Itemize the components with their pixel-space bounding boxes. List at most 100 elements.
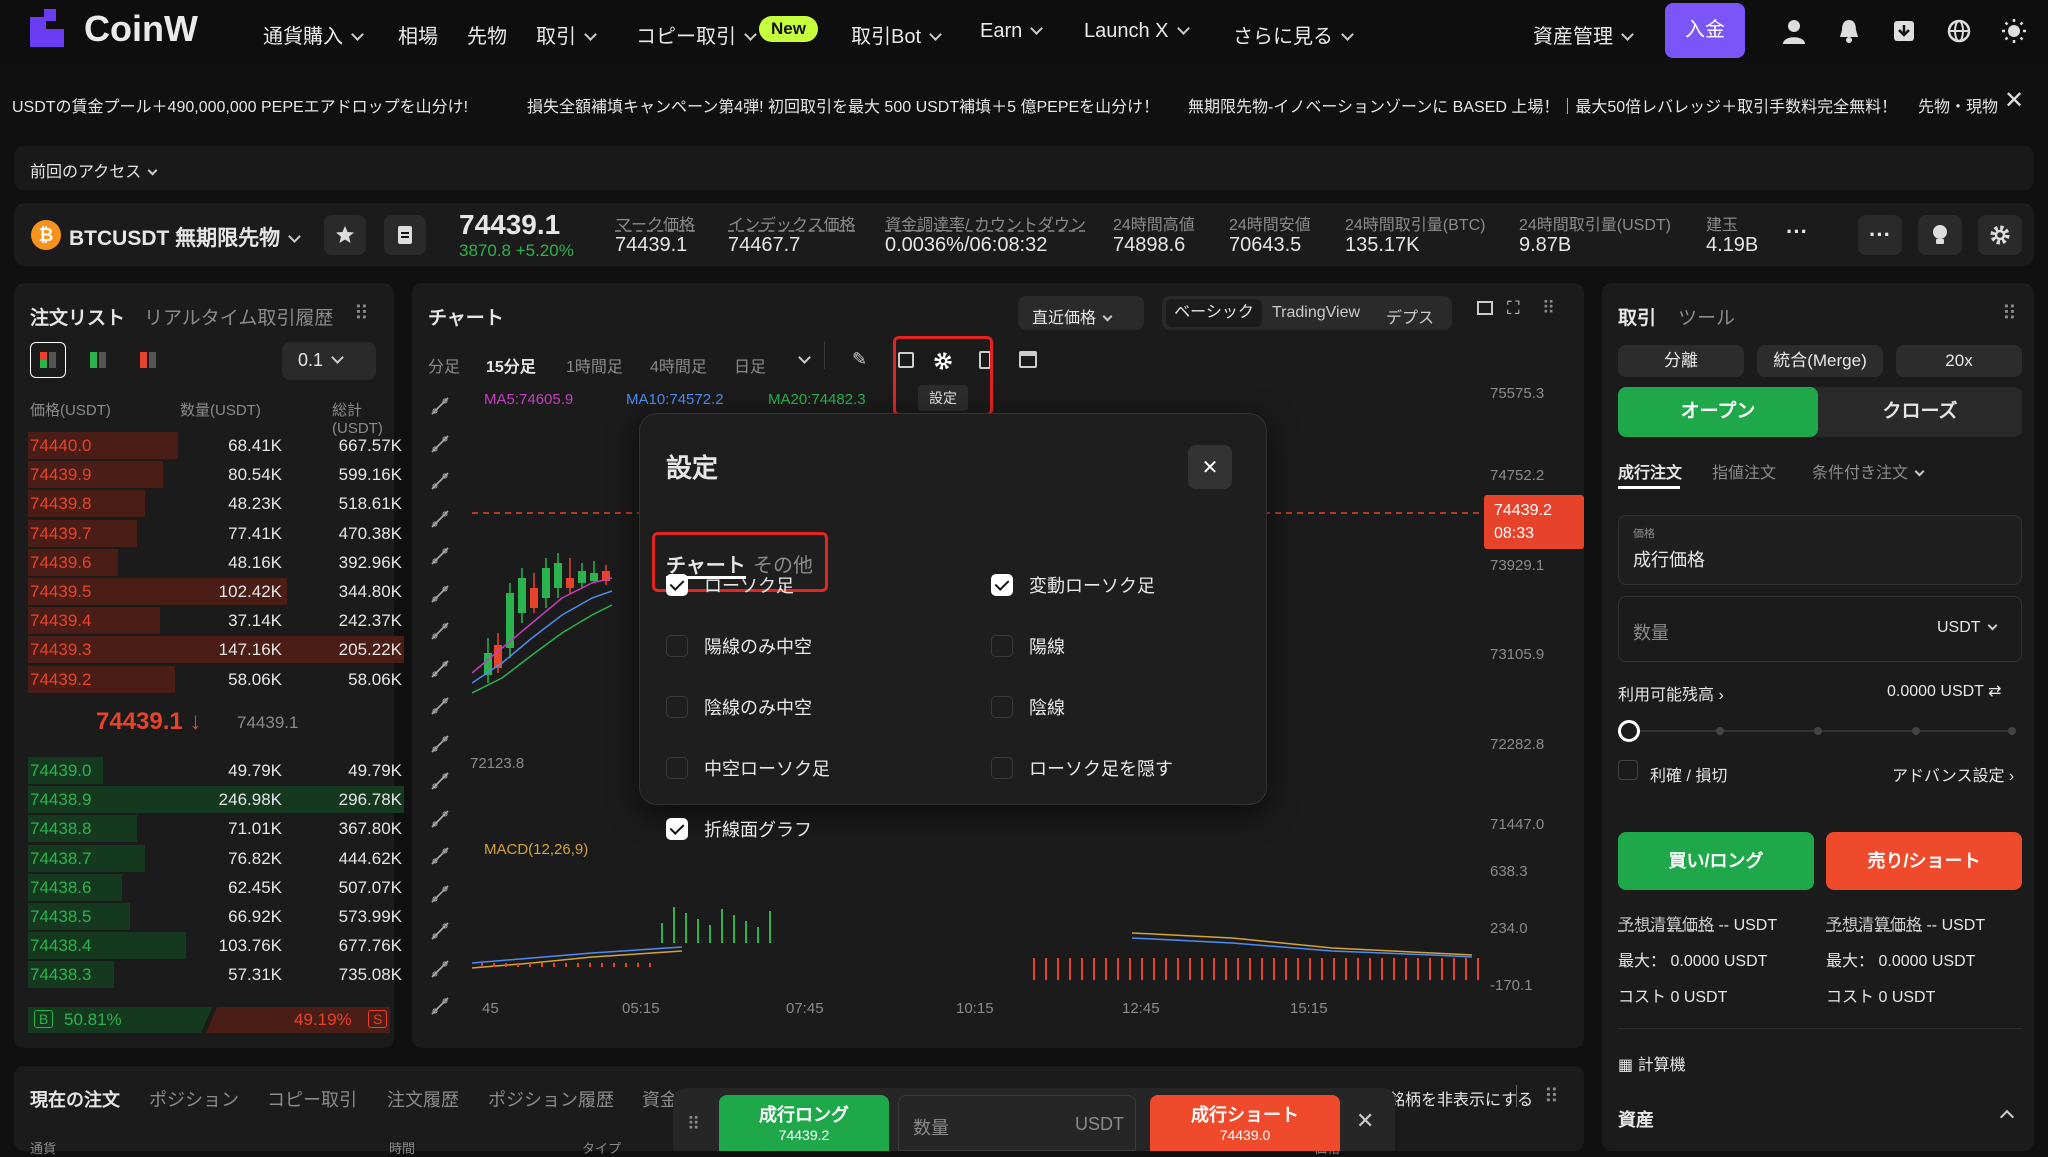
bid-row[interactable]: 74438.5 66.92K 573.99K xyxy=(28,902,404,931)
buy-long-button[interactable]: 買い/ロング xyxy=(1618,832,1814,890)
deposit-button[interactable]: 入金 xyxy=(1665,3,1745,58)
extended-line-tool-icon[interactable] xyxy=(429,508,451,530)
interval-dropdown-icon[interactable] xyxy=(790,351,811,371)
order-type-limit[interactable]: 指値注文 xyxy=(1712,459,1776,483)
tab-tools[interactable]: ツール xyxy=(1678,303,1735,330)
quick-quantity-field[interactable]: 数量 USDT xyxy=(898,1095,1136,1151)
chart-option[interactable]: 陰線のみ中空 xyxy=(666,694,812,720)
tab-copy-trading[interactable]: コピー取引 xyxy=(267,1086,357,1112)
drag-handle-icon[interactable]: ⠿ xyxy=(687,1114,700,1135)
option-checkbox[interactable] xyxy=(666,574,688,596)
advanced-settings-link[interactable]: アドバンス設定 › xyxy=(1892,762,2014,786)
ask-row[interactable]: 74439.4 37.14K 242.37K xyxy=(28,606,404,635)
document-icon[interactable] xyxy=(384,215,426,255)
fullscreen-icon[interactable]: ⛶ xyxy=(1507,298,1520,319)
nav-futures[interactable]: 先物 xyxy=(467,20,507,49)
chart-option[interactable]: ローソク足を隠す xyxy=(991,755,1173,781)
bid-row[interactable]: 74438.8 71.01K 367.80K xyxy=(28,814,404,843)
view-both-icon[interactable] xyxy=(30,342,66,378)
option-checkbox[interactable] xyxy=(991,574,1013,596)
download-icon[interactable] xyxy=(1889,16,1919,46)
view-asks-icon[interactable] xyxy=(130,342,166,378)
nav-trade[interactable]: 取引 xyxy=(536,20,597,49)
bid-row[interactable]: 74438.6 62.45K 507.07K xyxy=(28,873,404,902)
tpsl-checkbox[interactable] xyxy=(1618,760,1638,780)
interval-min[interactable]: 分足 xyxy=(428,353,460,377)
slider-handle[interactable] xyxy=(1618,720,1640,742)
dialog-close-icon[interactable]: ✕ xyxy=(1188,445,1232,489)
bid-row[interactable]: 74438.7 76.82K 444.62K xyxy=(28,844,404,873)
drag-handle-icon[interactable]: ⠿ xyxy=(354,301,369,326)
ask-row[interactable]: 74439.8 48.23K 518.61K xyxy=(28,489,404,518)
nav-launch-x[interactable]: Launch X xyxy=(1084,20,1190,43)
window-icon[interactable] xyxy=(1477,301,1493,315)
quick-order-close-icon[interactable]: ✕ xyxy=(1356,1108,1374,1134)
ask-row[interactable]: 74439.9 80.54K 599.16K xyxy=(28,460,404,489)
nav-asset-management[interactable]: 資産管理 xyxy=(1533,20,1634,49)
option-checkbox[interactable] xyxy=(666,818,688,840)
order-type-market[interactable]: 成行注文 xyxy=(1618,459,1682,483)
trend-line-tool-icon[interactable] xyxy=(429,433,451,455)
tab-order-book[interactable]: 注文リスト xyxy=(30,303,125,330)
drag-handle-icon[interactable]: ⠿ xyxy=(1544,1084,1559,1109)
nav-markets[interactable]: 相場 xyxy=(398,20,438,49)
leverage-select[interactable]: 20x xyxy=(1896,345,2022,377)
nav-copy-trading[interactable]: コピー取引 xyxy=(636,20,757,49)
sell-short-button[interactable]: 売り/ショート xyxy=(1826,832,2022,890)
tab-position-history[interactable]: ポジション履歴 xyxy=(488,1086,614,1112)
brand-name[interactable]: CoinW xyxy=(84,8,198,50)
view-bids-icon[interactable] xyxy=(80,342,116,378)
view-depth[interactable]: デプス xyxy=(1386,304,1434,328)
vertical-line-tool-icon[interactable] xyxy=(429,583,451,605)
tab-trade[interactable]: 取引 xyxy=(1618,303,1656,330)
magnet-tool-icon[interactable] xyxy=(429,995,451,1017)
quantity-field[interactable]: 数量 USDT xyxy=(1618,596,2022,662)
ask-row[interactable]: 74439.5 102.42K 344.80K xyxy=(28,577,404,606)
drag-handle-icon[interactable]: ⠿ xyxy=(1542,298,1555,319)
chart-option[interactable]: 陽線 xyxy=(991,633,1065,659)
symbol-selector[interactable]: BTCUSDT 無期限先物 xyxy=(69,222,302,252)
ticker-item[interactable]: 先物・現物 xyxy=(1918,93,1998,117)
horizontal-ray-tool-icon[interactable] xyxy=(429,620,451,642)
nav-buy-crypto[interactable]: 通貨購入 xyxy=(263,20,364,49)
option-checkbox[interactable] xyxy=(991,757,1013,779)
ray-tool-icon[interactable] xyxy=(429,470,451,492)
ask-row[interactable]: 74439.3 147.16K 205.22K xyxy=(28,635,404,664)
favorite-star-icon[interactable] xyxy=(324,215,366,255)
market-short-button[interactable]: 成行ショート 74439.0 xyxy=(1150,1095,1340,1151)
parallel-channel-tool-icon[interactable] xyxy=(429,958,451,980)
theme-toggle-icon[interactable] xyxy=(1999,16,2029,46)
tab-trade-history[interactable]: リアルタイム取引履歴 xyxy=(144,303,333,330)
open-tab[interactable]: オープン xyxy=(1618,387,1818,437)
collapse-icon[interactable] xyxy=(1999,1109,2015,1125)
pitchfork-tool-icon[interactable] xyxy=(429,695,451,717)
price-field[interactable]: 価格 成行価格 xyxy=(1618,515,2022,585)
arrow-tool-icon[interactable] xyxy=(429,920,451,942)
tab-order-history[interactable]: 注文履歴 xyxy=(387,1086,459,1112)
precision-select[interactable]: 0.1 xyxy=(282,342,376,380)
horizontal-line-tool-icon[interactable] xyxy=(429,545,451,567)
chart-option[interactable]: 折線面グラフ xyxy=(666,816,812,842)
view-tradingview[interactable]: TradingView xyxy=(1272,304,1360,322)
rectangle-tool-icon[interactable] xyxy=(429,883,451,905)
bid-row[interactable]: 74439.0 49.79K 49.79K xyxy=(28,756,404,785)
globe-icon[interactable] xyxy=(1944,16,1974,46)
interval-1h[interactable]: 1時間足 xyxy=(566,353,623,377)
ask-row[interactable]: 74440.0 68.41K 667.57K xyxy=(28,431,404,460)
price-type-select[interactable]: 直近価格 xyxy=(1018,296,1144,330)
gann-tool-icon[interactable] xyxy=(429,770,451,792)
calendar-icon[interactable] xyxy=(1019,351,1037,368)
option-checkbox[interactable] xyxy=(666,635,688,657)
recent-access-toggle[interactable]: 前回のアクセス xyxy=(30,158,158,182)
fib-tool-icon[interactable] xyxy=(429,733,451,755)
close-tab[interactable]: クローズ xyxy=(1818,387,2022,437)
ask-row[interactable]: 74439.6 48.16K 392.96K xyxy=(28,548,404,577)
bid-row[interactable]: 74438.3 57.31K 735.08K xyxy=(28,960,404,989)
chart-option[interactable]: 陰線 xyxy=(991,694,1065,720)
ticker-item[interactable]: 無期限先物-イノベーションゾーンに BASED 上場！｜最大50倍レバレッジ＋取… xyxy=(1188,93,1897,117)
user-icon[interactable] xyxy=(1779,16,1809,46)
margin-isolated[interactable]: 分離 xyxy=(1618,345,1744,377)
interval-1d[interactable]: 日足 xyxy=(734,353,766,377)
ticker-item[interactable]: 損失全額補填キャンペーン第4弾! 初回取引を最大 500 USDT補填＋5 億P… xyxy=(527,93,1159,117)
chart-option[interactable]: 中空ローソク足 xyxy=(666,755,830,781)
